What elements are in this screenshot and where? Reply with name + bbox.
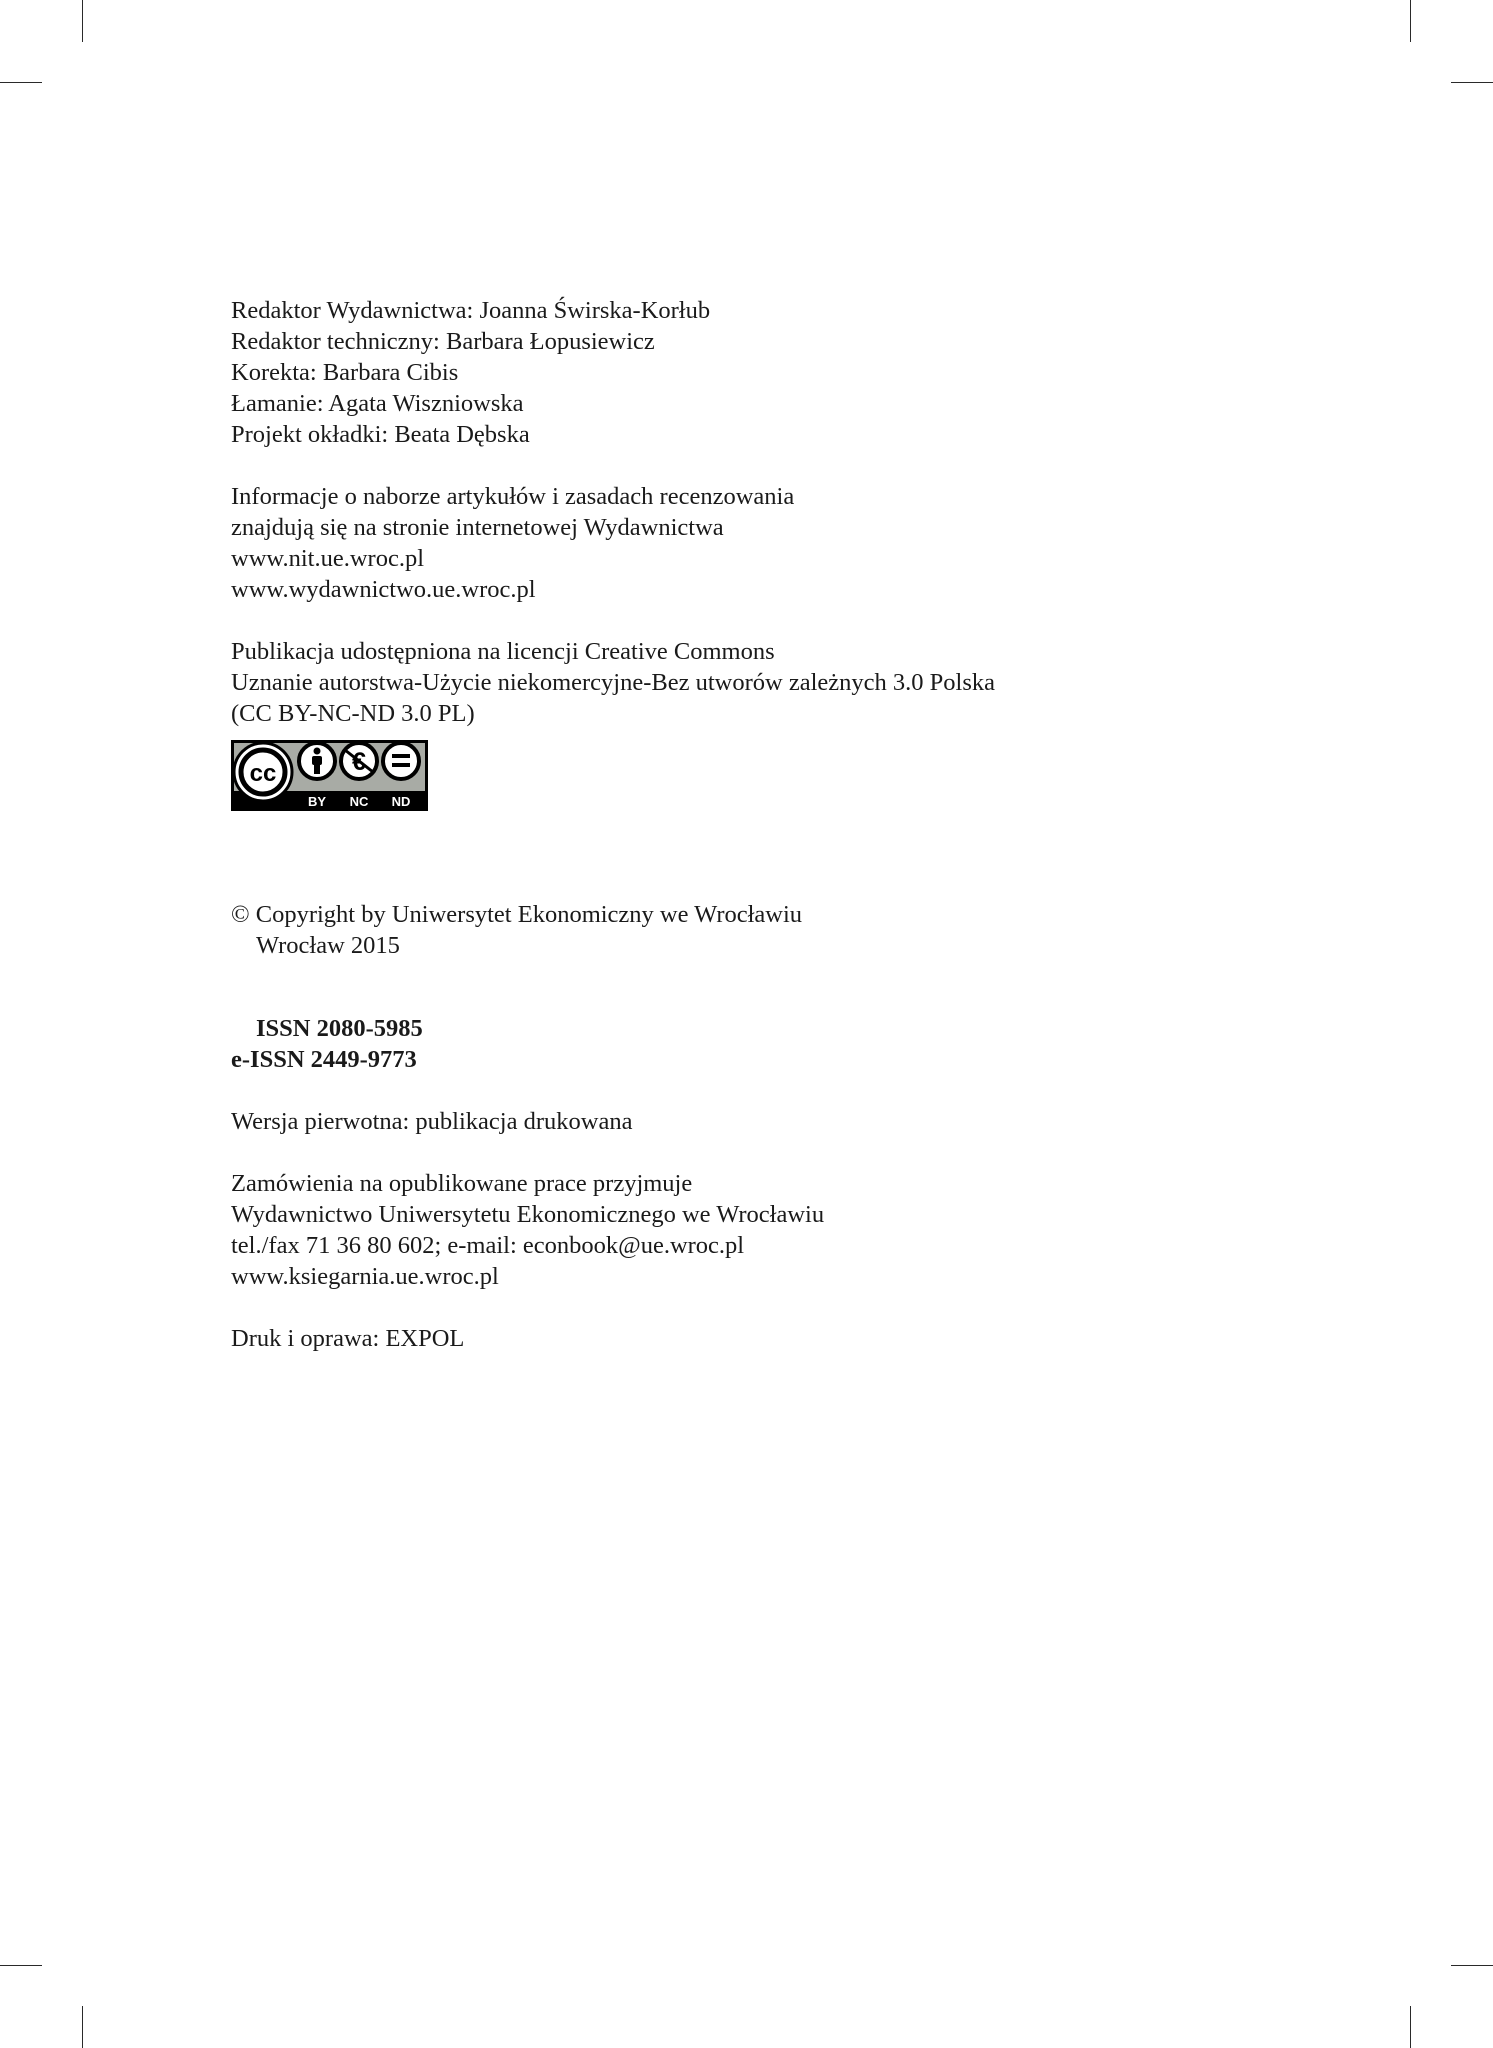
credit-proofreading: Korekta: Barbara Cibis — [231, 359, 459, 386]
credit-cover-design: Projekt okładki: Beata Dębska — [231, 421, 530, 448]
info-url-publisher: www.wydawnictwo.ue.wroc.pl — [231, 576, 536, 603]
copyright-place-year: Wrocław 2015 — [256, 932, 400, 959]
crop-mark-bottom-right-vertical — [1410, 2006, 1411, 2048]
credit-publisher-editor: Redaktor Wydawnictwa: Joanna Świrska-Kor… — [231, 297, 711, 324]
crop-mark-top-right-horizontal — [1451, 82, 1493, 83]
submission-info: Informacje o naborze artykułów i zasadac… — [231, 481, 1231, 605]
issn-electronic: e-ISSN 2449-9773 — [231, 1046, 417, 1073]
info-line-1: Informacje o naborze artykułów i zasadac… — [231, 483, 795, 510]
issn-numbers: ISSN 2080-5985 e-ISSN 2449-9773 — [231, 1013, 1231, 1075]
orders-contact: tel./fax 71 36 80 602; e-mail: econbook@… — [231, 1232, 745, 1259]
crop-mark-bottom-left-horizontal — [0, 1965, 42, 1966]
credit-typesetting: Łamanie: Agata Wiszniowska — [231, 390, 524, 417]
crop-mark-top-left-vertical — [82, 0, 83, 42]
credit-technical-editor: Redaktor techniczny: Barbara Łopusiewicz — [231, 328, 655, 355]
cc-label-nd: ND — [392, 794, 411, 809]
orders-line-1: Zamówienia na opublikowane prace przyjmu… — [231, 1170, 693, 1197]
cc-label-nc: NC — [350, 794, 369, 809]
printing-line: Druk i oprawa: EXPOL — [231, 1325, 465, 1352]
crop-mark-top-right-vertical — [1410, 0, 1411, 42]
orders-info: Zamówienia na opublikowane prace przyjmu… — [231, 1168, 1231, 1292]
editorial-credits: Redaktor Wydawnictwa: Joanna Świrska-Kor… — [231, 295, 1231, 450]
crop-mark-bottom-right-horizontal — [1451, 1965, 1493, 1966]
license-line-1: Publikacja udostępniona na licencji Crea… — [231, 638, 775, 665]
cc-by-nc-nd-badge: cc € BY NC ND — [231, 740, 428, 811]
license-line-2: Uznanie autorstwa-Użycie niekomercyjne-B… — [231, 669, 995, 696]
info-line-2: znajdują się na stronie internetowej Wyd… — [231, 514, 724, 541]
info-url-nit: www.nit.ue.wroc.pl — [231, 545, 425, 572]
svg-text:cc: cc — [250, 760, 277, 787]
orders-line-2: Wydawnictwo Uniwersytetu Ekonomicznego w… — [231, 1201, 825, 1228]
copyright-line: © Copyright by Uniwersytet Ekonomiczny w… — [231, 901, 803, 928]
printing-info: Druk i oprawa: EXPOL — [231, 1323, 1231, 1354]
cc-label-by: BY — [308, 794, 326, 809]
license-statement: Publikacja udostępniona na licencji Crea… — [231, 636, 1231, 729]
version-note: Wersja pierwotna: publikacja drukowana — [231, 1106, 1231, 1137]
issn-print: ISSN 2080-5985 — [256, 1015, 423, 1042]
crop-mark-top-left-horizontal — [0, 82, 42, 83]
orders-url: www.ksiegarnia.ue.wroc.pl — [231, 1263, 499, 1290]
crop-mark-bottom-left-vertical — [82, 2006, 83, 2048]
version-line: Wersja pierwotna: publikacja drukowana — [231, 1108, 633, 1135]
copyright-notice: © Copyright by Uniwersytet Ekonomiczny w… — [231, 899, 1231, 961]
license-line-3: (CC BY-NC-ND 3.0 PL) — [231, 700, 475, 727]
imprint-page: Redaktor Wydawnictwa: Joanna Świrska-Kor… — [231, 295, 1231, 1354]
